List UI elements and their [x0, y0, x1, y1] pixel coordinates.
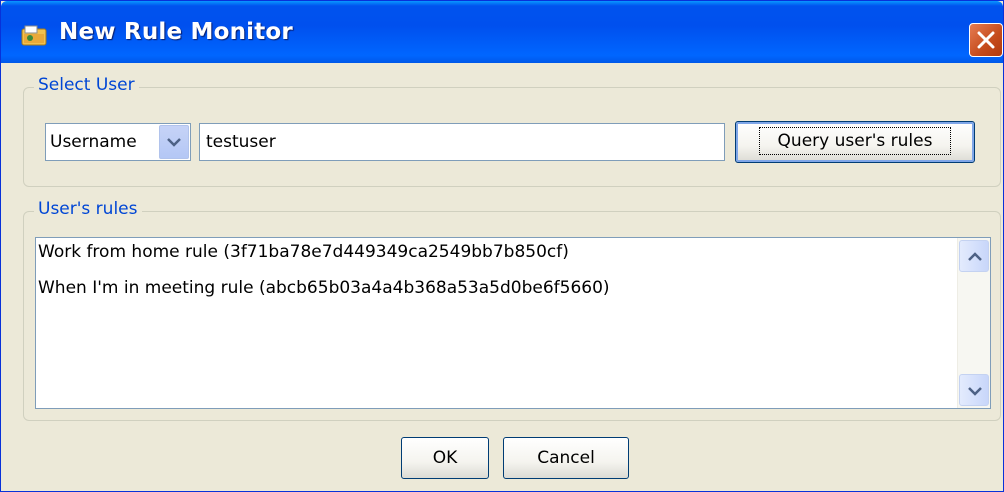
scroll-down-button[interactable]: [959, 374, 989, 406]
cancel-button[interactable]: Cancel: [503, 437, 629, 479]
window-title: New Rule Monitor: [59, 19, 293, 45]
rule-monitor-icon: [21, 25, 47, 47]
query-rules-button[interactable]: Query user's rules: [735, 121, 975, 163]
rules-list[interactable]: Work from home rule (3f71ba78e7d449349ca…: [35, 237, 991, 409]
username-input[interactable]: [199, 123, 725, 161]
select-user-legend: Select User: [34, 75, 139, 95]
ok-button[interactable]: OK: [401, 437, 489, 479]
scroll-up-button[interactable]: [959, 240, 989, 272]
close-icon: [977, 31, 995, 49]
title-bar[interactable]: New Rule Monitor: [1, 1, 1003, 63]
dialog-window: New Rule Monitor Select User Username Qu…: [0, 0, 1004, 492]
user-field-select-value: Username: [50, 132, 137, 152]
cancel-label: Cancel: [537, 448, 595, 468]
list-item[interactable]: When I'm in meeting rule (abcb65b03a4a4b…: [38, 278, 610, 298]
ok-label: OK: [432, 448, 458, 468]
users-rules-legend: User's rules: [34, 199, 142, 219]
user-field-select[interactable]: Username: [45, 123, 191, 161]
select-dropdown-button[interactable]: [159, 125, 189, 159]
query-rules-label: Query user's rules: [758, 127, 952, 155]
close-button[interactable]: [969, 23, 1003, 57]
list-item[interactable]: Work from home rule (3f71ba78e7d449349ca…: [38, 242, 569, 262]
chevron-up-icon: [968, 252, 982, 261]
chevron-down-icon: [167, 138, 181, 147]
chevron-down-icon: [968, 387, 982, 396]
vertical-scrollbar[interactable]: [957, 238, 990, 408]
